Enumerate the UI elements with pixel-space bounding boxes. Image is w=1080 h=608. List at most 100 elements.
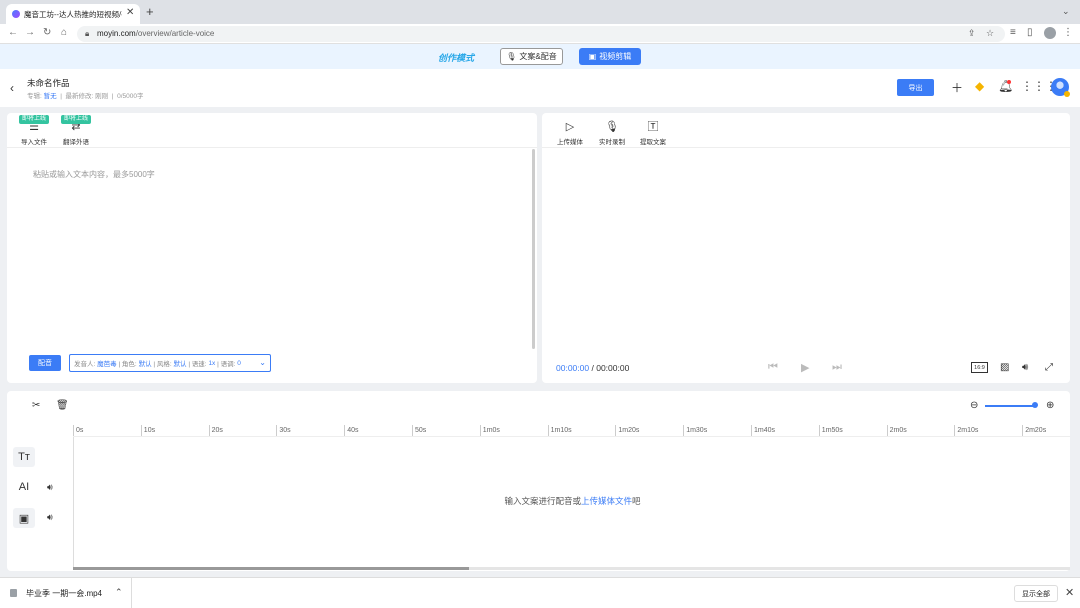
total-time: 00:00:00: [596, 363, 630, 373]
ruler-tick: 1m0s: [479, 425, 500, 436]
forward-arrow-icon[interactable]: →: [25, 27, 35, 38]
browser-tab[interactable]: 魔音工坊--达人热推的短视频/有 ✕: [6, 4, 140, 24]
style-label: | 风格:: [153, 361, 172, 368]
microphone-icon: 🎙︎: [605, 121, 619, 133]
upload-media-link[interactable]: 上传媒体文件: [581, 496, 632, 506]
timeline-scrollbar[interactable]: [73, 567, 1070, 570]
zoom-in-icon[interactable]: ⊕: [1046, 400, 1054, 411]
empty-prefix: 输入文案进行配音或: [504, 496, 581, 506]
video-play-icon: ▣: [588, 52, 597, 61]
import-file-tool[interactable]: 即将上线 ☰ 导入文件: [14, 115, 54, 146]
ai-track-volume-icon[interactable]: 🔊︎: [47, 482, 53, 493]
reload-icon[interactable]: ↻: [43, 27, 51, 38]
album-value[interactable]: 暂无: [44, 93, 57, 100]
vip-badge: [1064, 91, 1070, 97]
skip-back-icon[interactable]: ⏮: [768, 361, 778, 374]
dub-button[interactable]: 配音: [29, 355, 61, 371]
speed-value: 1x: [208, 359, 216, 367]
import-file-label: 导入文件: [21, 139, 47, 146]
close-download-bar-icon[interactable]: ✕: [1065, 586, 1074, 599]
back-arrow-icon[interactable]: ←: [8, 27, 18, 38]
script-editor-panel: 即将上线 ☰ 导入文件 即将上线 ⇄ 翻译外语 粘贴或输入文本内容，最多5000…: [7, 113, 537, 383]
scissors-icon[interactable]: ✂: [32, 400, 40, 411]
speaker-label: 发音人:: [74, 361, 96, 368]
media-track-volume-icon[interactable]: 🔊︎: [47, 512, 53, 523]
url-path: /overview/article-voice: [135, 29, 215, 38]
extract-text-tool[interactable]: 🅃 提取文案: [633, 121, 673, 146]
text-track-icon[interactable]: Tт: [13, 447, 35, 467]
time-ruler[interactable]: 0s 10s 20s 30s 40s 50s 1m0s 1m10s 1m20s 1m30s 1m40…: [73, 425, 1070, 437]
zoom-slider[interactable]: [985, 405, 1035, 407]
ruler-tick: 1m30s: [683, 425, 707, 436]
project-title[interactable]: 未命名作品: [27, 77, 70, 89]
voice-settings-select[interactable]: 发音人: 魔芭毒 | 角色: 默认 | 风格: 默认 | 语速: 1x | 语调…: [69, 354, 271, 372]
url-host: moyin.com: [97, 29, 136, 38]
back-chevron-icon[interactable]: ‹: [10, 81, 14, 95]
reading-list-icon[interactable]: ≡: [1010, 27, 1016, 38]
copy-dub-mode-button[interactable]: 🎙︎ 文案&配音: [500, 48, 563, 65]
share-icon[interactable]: ⇪: [968, 28, 976, 39]
style-value: 默认: [173, 361, 187, 368]
site-favicon-icon: [12, 10, 20, 18]
skip-forward-icon[interactable]: ⏭: [832, 361, 842, 374]
ruler-tick: 2m10s: [954, 425, 978, 436]
bookmark-star-icon[interactable]: ☆: [986, 28, 994, 39]
creation-mode-label: 创作模式: [438, 53, 475, 63]
copy-dub-label: 文案&配音: [519, 52, 557, 61]
ruler-tick: 1m10s: [547, 425, 572, 436]
ai-voice-track-icon[interactable]: AI: [13, 477, 35, 497]
translate-tool[interactable]: 即将上线 ⇄ 翻译外语: [56, 115, 96, 146]
char-count: 0/5000字: [117, 93, 144, 100]
script-textarea[interactable]: 粘贴或输入文本内容，最多5000字: [33, 169, 155, 180]
download-file-name[interactable]: 毕业季 一期一会.mp4: [26, 588, 102, 599]
media-track-icon[interactable]: ▣: [13, 508, 35, 528]
lock-icon[interactable]: 🔒︎: [85, 29, 89, 39]
browser-menu-icon[interactable]: ⋮: [1063, 27, 1073, 38]
new-tab-button[interactable]: +: [146, 5, 154, 18]
track-area[interactable]: 输入文案进行配音或上传媒体文件吧: [73, 437, 1070, 567]
address-bar[interactable]: 🔒︎ moyin.com/overview/article-voice ⇪ ☆: [77, 26, 1005, 42]
modified-label: 最新修改:: [65, 93, 94, 100]
aspect-ratio-button[interactable]: 16:9: [971, 362, 988, 373]
upload-media-tool[interactable]: ▷ 上传媒体: [550, 121, 590, 146]
speed-label: | 语速:: [188, 361, 207, 368]
coming-soon-badge: 即将上线: [19, 115, 50, 124]
home-icon[interactable]: ⌂: [61, 27, 67, 38]
role-label: | 角色:: [118, 361, 137, 368]
upload-media-icon: ▷: [565, 121, 575, 133]
diamond-vip-icon[interactable]: ◆: [975, 79, 984, 93]
play-icon[interactable]: ▶: [801, 361, 809, 374]
fullscreen-icon[interactable]: ⤢: [1045, 362, 1053, 373]
tab-search-chevron-icon[interactable]: ⌄: [1062, 6, 1070, 17]
project-meta: 专辑: 暂无 | 最新修改: 刚刚 | 0/5000字: [27, 93, 144, 100]
pitch-label: | 语调:: [217, 361, 236, 368]
browser-toolbar: ← → ↻ ⌂ 🔒︎ moyin.com/overview/article-vo…: [0, 24, 1080, 44]
timeline-panel: ✂ 🗑︎ ⊖ ⊕ 0s 10s 20s 30s 40s 50s 1m0s 1m10s 1m20s…: [7, 391, 1070, 571]
zoom-slider-handle[interactable]: [1032, 402, 1038, 408]
zoom-out-icon[interactable]: ⊖: [970, 400, 978, 411]
add-icon[interactable]: ＋: [951, 79, 963, 96]
chevron-up-icon[interactable]: ⌃: [115, 587, 123, 598]
show-all-button[interactable]: 显示全部: [1014, 585, 1058, 602]
tab-title: 魔音工坊--达人热推的短视频/有: [24, 10, 122, 19]
editor-scrollbar[interactable]: [532, 149, 535, 349]
background-image-icon[interactable]: ▨: [1000, 362, 1009, 373]
trash-icon[interactable]: 🗑︎: [56, 400, 69, 411]
modified-value: 刚刚: [95, 93, 109, 100]
side-panel-icon[interactable]: ▯: [1027, 27, 1033, 38]
close-tab-icon[interactable]: ✕: [126, 7, 134, 18]
volume-icon[interactable]: 🔊︎: [1022, 362, 1028, 373]
playback-time: 00:00:00 / 00:00:00: [556, 363, 629, 373]
video-edit-mode-button[interactable]: ▣ 视频剪辑: [579, 48, 641, 65]
live-record-tool[interactable]: 🎙︎ 实时录制: [592, 121, 632, 146]
extract-text-label: 提取文案: [640, 139, 666, 146]
browser-tabbar: 魔音工坊--达人热推的短视频/有 ✕ + ⌄: [0, 0, 1080, 24]
ruler-tick: 20s: [208, 425, 223, 436]
page-header: ‹ 未命名作品 专辑: 暂无 | 最新修改: 刚刚 | 0/5000字 导出 ＋…: [0, 69, 1080, 107]
album-label: 专辑:: [27, 93, 42, 100]
profile-avatar-icon[interactable]: [1044, 27, 1056, 39]
ruler-tick: 0s: [73, 425, 83, 436]
ruler-tick: 50s: [412, 425, 426, 436]
export-button[interactable]: 导出: [897, 79, 934, 96]
timeline-scrollbar-thumb[interactable]: [73, 567, 469, 570]
